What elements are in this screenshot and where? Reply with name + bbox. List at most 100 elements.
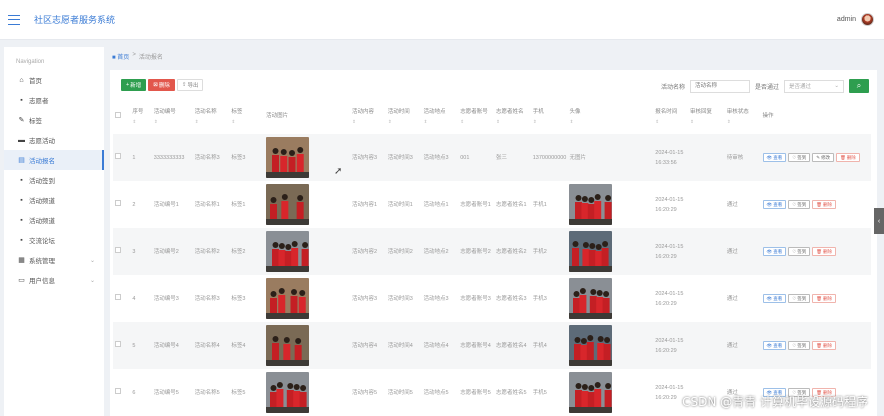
view-button[interactable]: 👁 查看 (762, 153, 787, 162)
sort-icon[interactable]: ⇕ (195, 117, 228, 126)
sort-icon[interactable]: ⇕ (533, 117, 566, 126)
sidebar-item-label: 标签 (29, 118, 42, 125)
sidebar-item[interactable]: ▪ 活动频道 (4, 190, 104, 210)
checkin-button[interactable]: ♡ 签到 (788, 341, 811, 350)
breadcrumb-current: 活动报名 (138, 55, 163, 61)
activity-photo (266, 325, 310, 366)
sort-icon[interactable]: ⇕ (154, 117, 191, 126)
sort-icon[interactable]: ⇕ (388, 117, 420, 126)
column-header[interactable]: 手机 ⇕ (531, 99, 568, 134)
sort-icon[interactable]: ⇕ (727, 117, 759, 126)
sort-icon[interactable]: ⇕ (132, 117, 149, 126)
user-avatar[interactable] (861, 13, 874, 26)
select-all-checkbox[interactable] (115, 111, 121, 118)
delete-row-button[interactable]: 🗑 删除 (812, 200, 836, 209)
delete-row-button[interactable]: 🗑 删除 (836, 153, 860, 162)
sort-icon[interactable]: ⇕ (690, 117, 723, 126)
column-header[interactable]: 标签 ⇕ (229, 99, 264, 134)
sort-icon[interactable]: ⇕ (569, 117, 651, 126)
sort-icon[interactable]: ⇕ (655, 117, 686, 126)
row-checkbox[interactable] (115, 387, 121, 394)
sidebar-item[interactable]: ▪ 活动频道 (4, 210, 104, 230)
delete-row-button[interactable]: 🗑 删除 (812, 341, 836, 350)
checkin-button[interactable]: ♡ 签到 (788, 247, 811, 256)
column-header[interactable]: 序号 ⇕ (130, 99, 151, 134)
delete-row-button[interactable]: 🗑 删除 (812, 247, 836, 256)
view-button[interactable]: 👁 查看 (762, 200, 787, 209)
export-icon: ⇪ (181, 82, 187, 88)
sort-icon[interactable]: ⇕ (460, 117, 492, 126)
row-checkbox-cell (113, 369, 130, 416)
sidebar-item[interactable]: ▦ 系统管理 ⌄ (4, 250, 104, 270)
trash-icon: 🗑 (816, 201, 822, 207)
delete-button[interactable]: ⊠ 删除 (148, 79, 175, 91)
menu-toggle-icon[interactable] (8, 13, 24, 27)
user-name[interactable]: admin (837, 16, 856, 23)
column-header[interactable]: 活动内容 ⇕ (350, 99, 386, 134)
breadcrumb-separator: > (132, 52, 136, 58)
column-header[interactable]: 报名时间 ⇕ (653, 99, 688, 134)
cell-reply (688, 181, 725, 228)
sort-icon[interactable]: ⇕ (352, 117, 384, 126)
checkin-button[interactable]: ♡ 签到 (788, 294, 811, 303)
cell-account: 志愿者账号2 (460, 248, 491, 255)
name-filter-input[interactable] (689, 79, 750, 93)
column-header[interactable]: 活动名称 ⇕ (193, 99, 230, 134)
sidebar-item-label: 活动频道 (29, 198, 55, 205)
user-area[interactable]: admin (837, 13, 874, 26)
activity-photo (266, 137, 310, 178)
sidebar-item[interactable]: ⌂ 首页 (4, 70, 104, 90)
sidebar-item[interactable]: ▬ 志愿活动 (4, 130, 104, 150)
row-checkbox[interactable] (115, 152, 121, 159)
sort-icon[interactable]: ⇕ (423, 117, 456, 126)
sidebar-item[interactable]: ▪ 活动签到 (4, 170, 104, 190)
export-button[interactable]: ⇪ 导出 (176, 79, 204, 91)
row-checkbox[interactable] (115, 199, 121, 206)
table-row[interactable]: 2 活动编号1 活动名称1 标签1 活动内容1 活动时间1 活动地点1 志愿者账号1 志愿者姓名… (113, 181, 871, 228)
delete-row-button[interactable]: 🗑 删除 (812, 294, 836, 303)
cell-vname: 张三 (495, 154, 507, 161)
checkin-button[interactable]: ♡ 签到 (788, 200, 811, 209)
side-collapse-tab[interactable]: ‹ (874, 208, 884, 234)
column-header[interactable]: 活动编号 ⇕ (152, 99, 193, 134)
view-button[interactable]: 👁 查看 (762, 247, 787, 256)
column-header[interactable]: 头像 ⇕ (567, 99, 653, 134)
sort-icon[interactable]: ⇕ (231, 117, 262, 126)
column-header[interactable]: 操作 (761, 99, 871, 134)
column-header[interactable]: 活动时间 ⇕ (386, 99, 422, 134)
row-checkbox[interactable] (115, 246, 121, 253)
sidebar-item[interactable]: ✎ 标签 (4, 110, 104, 130)
window-icon: ▭ (18, 277, 25, 284)
column-header[interactable]: 审核回复 ⇕ (688, 99, 725, 134)
cell-code: 3333333333 (153, 154, 185, 161)
eye-icon: 👁 (766, 201, 773, 207)
view-button[interactable]: 👁 查看 (762, 341, 787, 350)
audit-filter-select[interactable]: 是否通过 ⌄ (784, 79, 844, 93)
column-header[interactable]: 活动图片 (264, 99, 350, 134)
column-header[interactable]: 志愿者账号 ⇕ (458, 99, 494, 134)
table-row[interactable]: 5 活动编号4 活动名称4 标签4 活动内容4 活动时间4 活动地点4 志愿者账号4 志愿者姓名… (113, 322, 871, 369)
cell-vname: 志愿者姓名2 (495, 248, 527, 255)
row-checkbox[interactable] (115, 340, 121, 347)
column-header[interactable]: 活动地点 ⇕ (421, 99, 458, 134)
column-header[interactable]: 志愿者姓名 ⇕ (494, 99, 531, 134)
sidebar-item[interactable]: ▭ 用户信息 ⌄ (4, 270, 104, 290)
sidebar-item[interactable]: ▤ 活动报名 (4, 150, 104, 170)
breadcrumb-home[interactable]: ■ 首页 (112, 52, 129, 61)
cell-vname: 志愿者姓名1 (495, 201, 527, 208)
content-card: +新增 ⊠删除 ⇪导出 活动名称 是否通过 是否通过 ⌄ ⌕ 序号⇕活动编号⇕活… (110, 70, 877, 416)
column-header-label: 审核回复 (690, 108, 713, 115)
edit-button[interactable]: ✎ 修改 (812, 153, 835, 162)
search-button[interactable]: ⌕ (849, 79, 869, 93)
sidebar-item[interactable]: ▪ 志愿者 (4, 90, 104, 110)
add-button[interactable]: + 新增 (121, 79, 147, 91)
sort-icon[interactable]: ⇕ (496, 117, 529, 126)
table-row[interactable]: 3 活动编号2 活动名称2 标签2 活动内容2 活动时间2 活动地点2 志愿者账号2 志愿者姓名… (113, 228, 871, 275)
view-button[interactable]: 👁 查看 (762, 294, 787, 303)
row-checkbox[interactable] (115, 293, 121, 300)
sidebar-item[interactable]: ▪ 交流论坛 (4, 230, 104, 250)
checkin-button[interactable]: ♡ 签到 (788, 153, 811, 162)
table-row[interactable]: 4 活动编号3 活动名称3 标签3 活动内容3 活动时间3 活动地点3 志愿者账号3 志愿者姓名… (113, 275, 871, 322)
column-header[interactable]: 审核状态 ⇕ (725, 99, 761, 134)
table-row[interactable]: 1 3333333333 活动名称3 标签3 活动内容3 活动时间3 活动地点3 001 张三 1… (113, 134, 871, 181)
